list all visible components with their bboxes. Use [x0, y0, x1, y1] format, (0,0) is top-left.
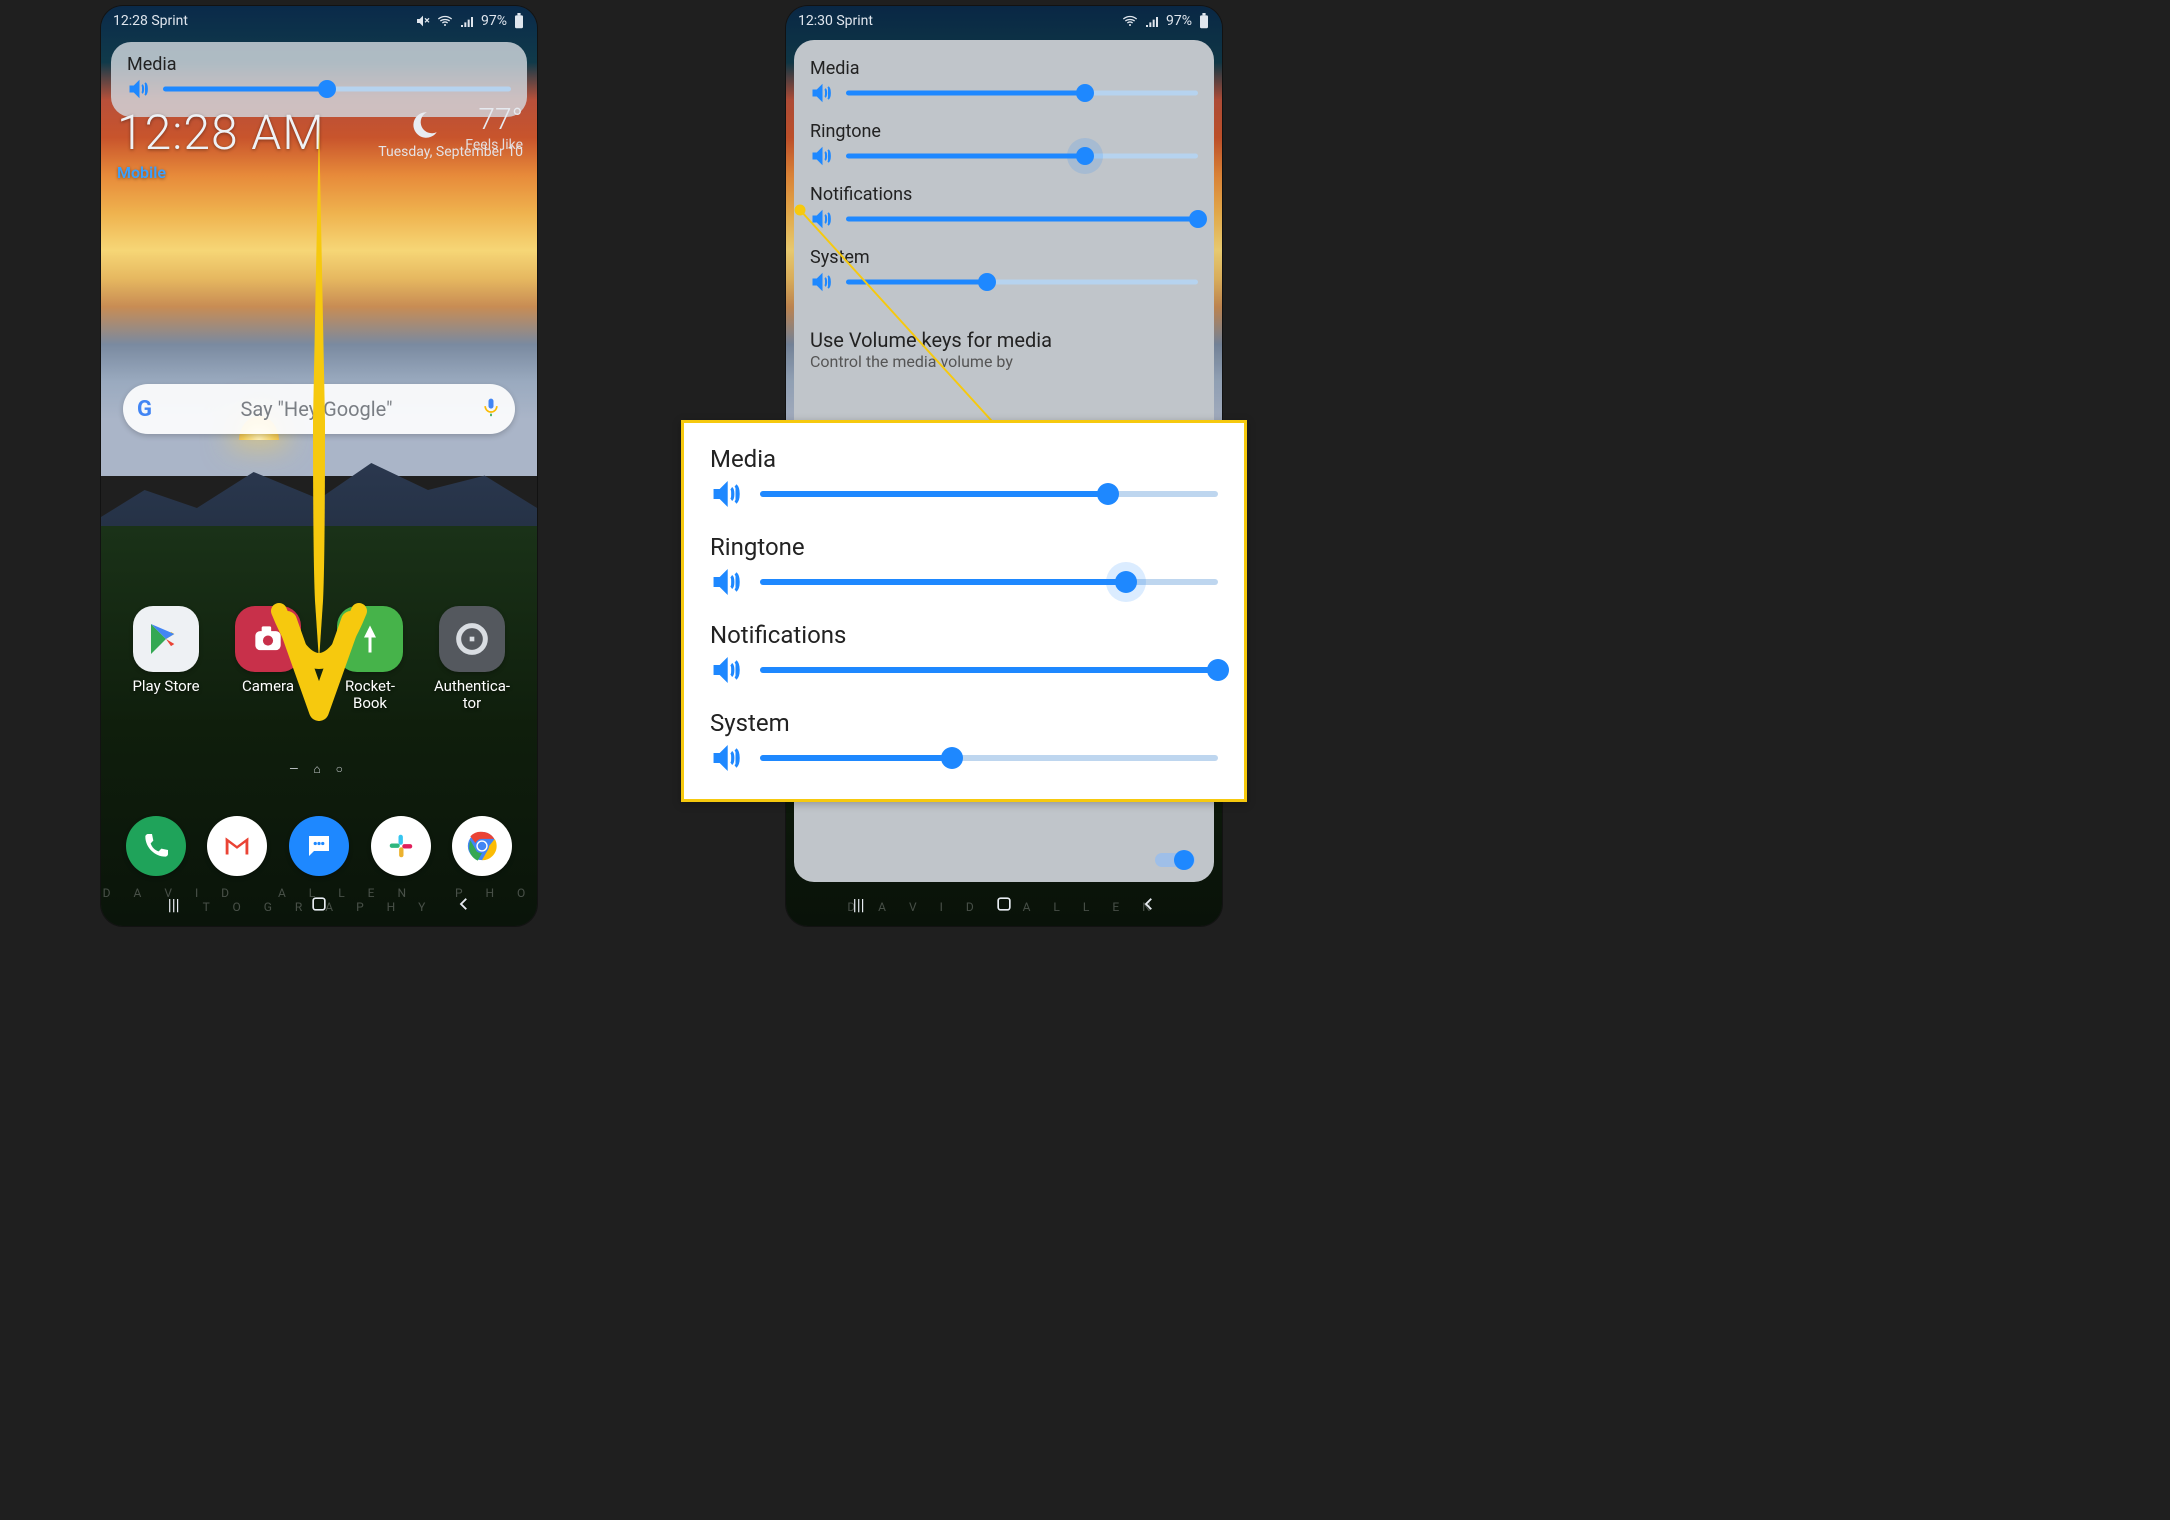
mute-icon: [415, 13, 431, 29]
media-label: Media: [127, 54, 511, 75]
toggle-switch[interactable]: [1154, 848, 1196, 876]
dock-gmail[interactable]: [197, 816, 279, 876]
dock-phone[interactable]: [115, 816, 197, 876]
speaker-icon: [810, 144, 834, 168]
status-time: 12:30: [798, 13, 833, 29]
signal-icon: [1144, 13, 1160, 29]
status-battery-pct: 97%: [1166, 13, 1192, 29]
nav-home[interactable]: [289, 889, 349, 919]
status-battery-pct: 97%: [481, 13, 507, 29]
search-hint: Say "Hey Google": [164, 397, 469, 421]
status-bar: 12:28 Sprint 97%: [101, 6, 537, 36]
zoom-panel: Media Ringtone Notifications System: [681, 420, 1247, 802]
app-camera[interactable]: Camera: [217, 606, 319, 713]
volume-system: System: [810, 247, 1198, 294]
status-carrier: Sprint: [151, 13, 188, 29]
speaker-icon: [710, 741, 744, 775]
wifi-icon: [437, 13, 453, 29]
nav-home[interactable]: [974, 889, 1034, 919]
battery-icon: [513, 13, 525, 29]
app-grid: Play Store Camera Rocket- Book Authentic…: [101, 606, 537, 713]
nav-back[interactable]: [434, 889, 494, 919]
volume-media: Media: [810, 58, 1198, 105]
dock: [101, 816, 537, 876]
moon-icon: [407, 108, 441, 142]
volume-notifications: Notifications: [810, 184, 1198, 231]
use-volume-keys-subtitle: Control the media volume by: [810, 352, 1198, 371]
wifi-icon: [1122, 13, 1138, 29]
clock-widget[interactable]: 12:28 AM Mobile: [117, 104, 325, 182]
media-slider[interactable]: [163, 78, 511, 100]
signal-icon: [459, 13, 475, 29]
status-time: 12:28: [113, 13, 148, 29]
battery-icon: [1198, 13, 1210, 29]
system-slider[interactable]: [846, 271, 1198, 293]
zoom-system-slider[interactable]: [760, 745, 1218, 771]
status-bar: 12:30 Sprint 97%: [786, 6, 1222, 36]
speaker-icon: [810, 81, 834, 105]
date-text: Tuesday, September 10: [378, 144, 523, 160]
clock-time: 12:28 AM: [117, 104, 325, 161]
status-carrier: Sprint: [836, 13, 873, 29]
volume-ringtone: Ringtone: [810, 121, 1198, 168]
ringtone-slider[interactable]: [846, 145, 1198, 167]
dock-chrome[interactable]: [441, 816, 523, 876]
dock-slack[interactable]: [360, 816, 442, 876]
google-g-icon: G: [137, 397, 152, 422]
media-slider[interactable]: [846, 82, 1198, 104]
use-volume-keys-title[interactable]: Use Volume keys for media: [810, 328, 1198, 352]
speaker-icon: [810, 207, 834, 231]
zoom-notifications-slider[interactable]: [760, 657, 1218, 683]
speaker-icon: [810, 270, 834, 294]
phone-left: D A V I D A L L E N P H O T O G R A P H …: [101, 6, 537, 926]
speaker-icon: [127, 77, 151, 101]
zoom-ringtone-slider[interactable]: [760, 569, 1218, 595]
mic-icon[interactable]: [481, 395, 501, 423]
speaker-icon: [710, 565, 744, 599]
nav-recents[interactable]: |||: [829, 889, 889, 919]
app-play-store[interactable]: Play Store: [115, 606, 217, 713]
zoom-media-slider[interactable]: [760, 481, 1218, 507]
google-search-bar[interactable]: G Say "Hey Google": [123, 384, 515, 434]
app-authenticator[interactable]: Authentica- tor: [421, 606, 523, 713]
nav-bar: |||: [101, 882, 537, 926]
page-indicator: — ⌂ ○: [101, 762, 537, 776]
dock-messages[interactable]: [278, 816, 360, 876]
nav-bar: |||: [786, 882, 1222, 926]
speaker-icon: [710, 477, 744, 511]
weather-widget[interactable]: 77° Feels like Tuesday, September 10: [465, 102, 523, 153]
nav-recents[interactable]: |||: [144, 889, 204, 919]
app-rocketbook[interactable]: Rocket- Book: [319, 606, 421, 713]
clock-mobile: Mobile: [117, 163, 325, 182]
notifications-slider[interactable]: [846, 208, 1198, 230]
nav-back[interactable]: [1119, 889, 1179, 919]
speaker-icon: [710, 653, 744, 687]
